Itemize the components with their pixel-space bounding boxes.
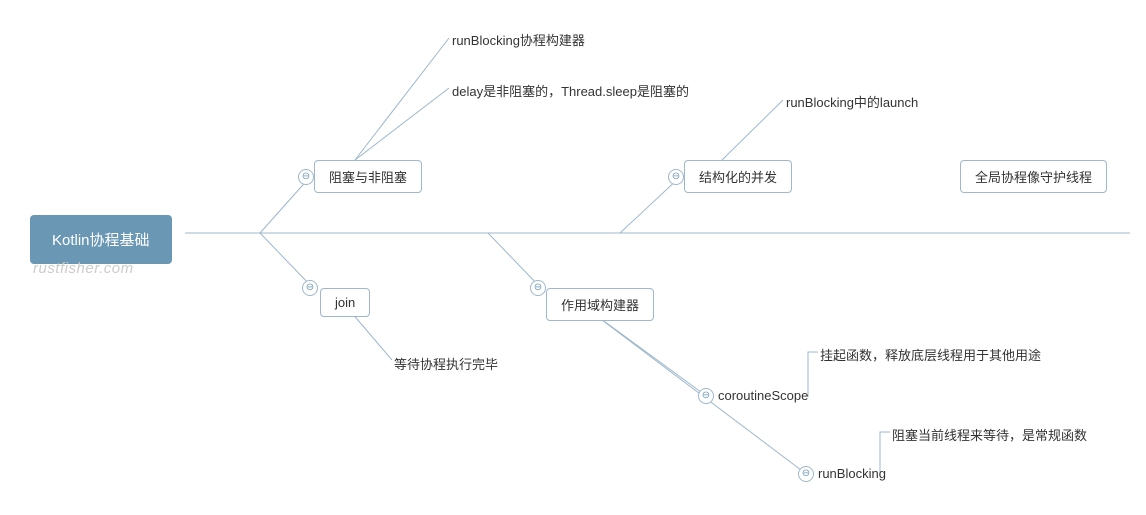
root-node[interactable]: Kotlin协程基础 xyxy=(30,215,172,264)
toggle-join[interactable]: ⊖ xyxy=(302,280,318,296)
leaf-delay-vs-sleep: delay是非阻塞的，Thread.sleep是阻塞的 xyxy=(452,81,689,100)
node-structured[interactable]: 结构化的并发 xyxy=(684,160,792,193)
toggle-runblocking-leaf[interactable]: ⊖ xyxy=(798,466,814,482)
watermark: rustfisher.com xyxy=(33,260,134,277)
toggle-coroutinescope[interactable]: ⊖ xyxy=(698,388,714,404)
toggle-blocking[interactable]: ⊖ xyxy=(298,169,314,185)
toggle-structured[interactable]: ⊖ xyxy=(668,169,684,185)
note-runblocking: 阻塞当前线程来等待，是常规函数 xyxy=(892,425,1087,444)
leaf-runblocking-builder: runBlocking协程构建器 xyxy=(452,30,585,49)
toggle-scope[interactable]: ⊖ xyxy=(530,280,546,296)
leaf-join-wait: 等待协程执行完毕 xyxy=(394,354,498,373)
node-scope[interactable]: 作用域构建器 xyxy=(546,288,654,321)
leaf-coroutinescope: coroutineScope xyxy=(718,388,808,403)
node-blocking[interactable]: 阻塞与非阻塞 xyxy=(314,160,422,193)
note-coroutinescope: 挂起函数，释放底层线程用于其他用途 xyxy=(820,345,1041,364)
leaf-launch-in-runblocking: runBlocking中的launch xyxy=(786,92,918,111)
node-daemon[interactable]: 全局协程像守护线程 xyxy=(960,160,1107,193)
leaf-runblocking: runBlocking xyxy=(818,466,886,481)
node-join[interactable]: join xyxy=(320,288,370,317)
